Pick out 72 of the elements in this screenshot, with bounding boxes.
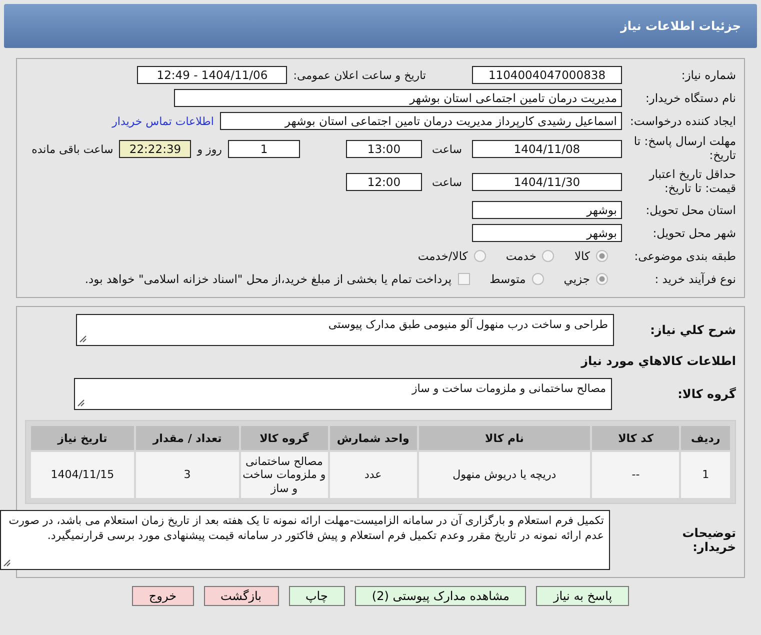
radio-label: کالا: [574, 249, 590, 263]
resize-grip-icon[interactable]: [3, 559, 11, 567]
column-header: واحد شمارش: [330, 426, 417, 450]
field-label: استان محل تحویل:: [644, 203, 736, 217]
section-heading: اطلاعات كالاهاي مورد نياز: [580, 354, 736, 368]
field-label: ساعت: [431, 142, 463, 156]
validity-time-field: 12:00: [346, 173, 422, 191]
validity-date-field: 1404/11/30: [472, 173, 622, 191]
field-label: نوع فرآیند خرید :: [654, 272, 736, 286]
days-field: 1: [228, 140, 300, 158]
remaining-time-field: 22:22:39: [119, 140, 192, 158]
field-label: روز و: [197, 142, 222, 156]
table-cell: 3: [136, 452, 239, 498]
buyer-notes-textarea[interactable]: [0, 510, 610, 570]
table-cell: 1404/11/15: [31, 452, 134, 498]
column-header: ردیف: [681, 426, 730, 450]
deadline-date-field: 1404/11/08: [472, 140, 622, 158]
checkbox-label: پرداخت تمام یا بخشی از مبلغ خرید،از محل "اسناد خزانه اسلامی" خواهد بود.: [84, 272, 452, 286]
action-button[interactable]: خروج: [132, 586, 194, 606]
requester-field: اسماعیل رشیدی کارپرداز مدیریت درمان تامین اجتماعی استان بوشهر: [220, 112, 622, 130]
table-cell: مصالح ساختمانی و ملزومات ساخت و ساز: [240, 452, 328, 498]
field-label: گروه کالا:: [676, 387, 736, 401]
radio-button[interactable]: [474, 250, 486, 262]
buyer-field: مدیریت درمان تامین اجتماعی استان بوشهر: [174, 89, 622, 107]
table-cell: 1: [681, 452, 730, 498]
radio-label: جزیي: [564, 272, 590, 286]
radio-button[interactable]: [532, 273, 544, 285]
field-label: شرح كلي نياز:: [649, 323, 736, 337]
field-label: حداقل تاریخ اعتبار قیمت: تا تاریخ:: [648, 168, 736, 196]
column-header: تعداد / مقدار: [136, 426, 239, 450]
resize-grip-icon[interactable]: [79, 335, 87, 343]
resize-grip-icon[interactable]: [77, 399, 85, 407]
radio-button[interactable]: [596, 250, 608, 262]
description-textarea[interactable]: طراحی و ساخت درب منهول آلو منیومی طبق مدارک پیوستی: [76, 314, 614, 346]
field-label: مهلت ارسال پاسخ: تا تاریخ:: [632, 135, 736, 163]
field-label: نام دستگاه خریدار:: [644, 91, 736, 105]
contact-link[interactable]: اطلاعات تماس خریدار: [112, 114, 214, 128]
radio-button[interactable]: [542, 250, 554, 262]
radio-label: متوسط: [490, 272, 526, 286]
column-header: کد کالا: [592, 426, 680, 450]
province-field: بوشهر: [472, 201, 622, 219]
field-label: شماره نیاز:: [680, 68, 736, 82]
field-label: ایجاد کننده درخواست:: [629, 114, 736, 128]
column-header: تاریخ نیاز: [31, 426, 134, 450]
table-cell: --: [592, 452, 680, 498]
city-field: بوشهر: [472, 224, 622, 242]
description-text: طراحی و ساخت درب منهول آلو منیومی طبق مدارک پیوستی: [327, 318, 608, 333]
need-number-field: 1104004047000838: [472, 66, 622, 84]
goods-group-text: مصالح ساختمانی و ملزومات ساخت و ساز: [410, 382, 606, 397]
goods-group-textarea[interactable]: مصالح ساختمانی و ملزومات ساخت و ساز: [74, 378, 612, 410]
table-cell: دریچه یا دریوش منهول: [418, 452, 590, 498]
column-header: گروه کالا: [240, 426, 328, 450]
field-label: توضیحات خریدار:: [681, 526, 736, 554]
deadline-time-field: 13:00: [346, 140, 422, 158]
radio-button[interactable]: [596, 273, 608, 285]
column-header: نام کالا: [418, 426, 590, 450]
action-button[interactable]: مشاهده مدارک پیوستی (2): [354, 586, 526, 606]
field-label: شهر محل تحویل:: [652, 226, 736, 240]
radio-label: کالا/خدمت: [418, 249, 468, 263]
field-label: تاریخ و ساعت اعلان عمومی:: [293, 68, 426, 82]
action-button[interactable]: چاپ: [288, 586, 345, 606]
checkbox[interactable]: [458, 273, 470, 285]
field-label: ساعت: [431, 176, 463, 188]
field-label: طبقه بندی موضوعی:: [633, 249, 736, 263]
buyer-notes-text: تکمیل فرم استعلام و بارگزاری آن در سامانه الزامیست-مهلت ارائه نمونه تا یک هفته بعد از تاریخ زمان استعلام می باشد، در صورت عدم ارائه نمونه در تاریخ مقرر وعدم تکمیل فرم استعلام و پیش فاکتور در سامانه قیمت پیشنهادی مورد برسی قرارنمیگیرد.: [8, 514, 604, 544]
announce-date-field: 1404/11/06 - 12:49: [137, 66, 288, 84]
action-button[interactable]: بازگشت: [204, 586, 278, 606]
radio-label: خدمت: [506, 249, 536, 263]
field-label: ساعت باقی مانده: [32, 142, 114, 156]
page-title: جزئیات اطلاعات نیاز: [620, 19, 741, 33]
table-cell: عدد: [330, 452, 417, 498]
action-button[interactable]: پاسخ به نیاز: [536, 586, 630, 606]
